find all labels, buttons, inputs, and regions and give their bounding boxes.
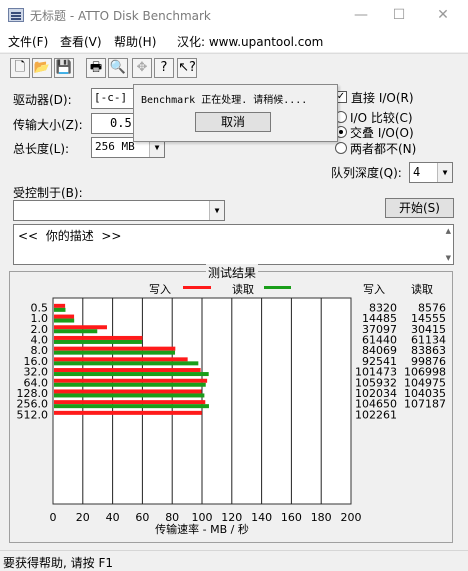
print-preview-icon[interactable]: 🔍 (108, 58, 128, 78)
menu-file[interactable]: 文件(F) (8, 33, 48, 50)
help-icon[interactable]: ? (154, 58, 174, 78)
neither-radio[interactable] (335, 142, 347, 154)
chevron-down-icon[interactable]: ▼ (437, 163, 452, 182)
app-icon (8, 8, 24, 22)
transfer-size-select[interactable]: 0.5 (91, 113, 137, 134)
transfer-size-label: 传输大小(Z): (13, 118, 83, 132)
print-icon[interactable]: 🖶 (86, 58, 106, 78)
maximize-button[interactable]: ☐ (384, 4, 414, 26)
controlled-by-select[interactable]: ▼ (13, 200, 225, 221)
queue-depth-label: 队列深度(Q): (331, 166, 402, 180)
window-title: 无标题 - ATTO Disk Benchmark (30, 9, 211, 23)
menu-localize[interactable]: 汉化: www.upantool.com (177, 33, 323, 50)
status-text: 要获得帮助, 请按 F1 (3, 556, 113, 570)
chevron-down-icon[interactable]: ▼ (209, 201, 224, 220)
title-bar: 无标题 - ATTO Disk Benchmark — ☐ ✕ (0, 0, 468, 30)
description-text: << 你的描述 >> (18, 229, 122, 243)
open-folder-icon[interactable]: 📂 (32, 58, 52, 78)
save-icon[interactable]: 💾 (54, 58, 74, 78)
drive-value: [-c-] (94, 91, 128, 104)
move-icon[interactable]: ✥ (132, 58, 152, 78)
overlap-io-label: 交叠 I/O(O) (350, 126, 414, 140)
toolbar: 🗋 📂 💾 🖶 🔍 ✥ ? ↖? (0, 53, 468, 81)
menu-help[interactable]: 帮助(H) (114, 33, 156, 50)
description-textbox[interactable]: << 你的描述 >> ▲ ▼ (13, 224, 454, 265)
start-button[interactable]: 开始(S) (385, 198, 454, 218)
neither-label: 两者都不(N) (350, 142, 417, 156)
total-length-value: 256 MB (95, 140, 135, 153)
context-help-icon[interactable]: ↖? (177, 58, 197, 78)
progress-message: Benchmark 正在处理. 请稍候.... (141, 95, 308, 106)
scroll-down-icon[interactable]: ▼ (446, 254, 451, 262)
status-bar: 要获得帮助, 请按 F1 (0, 550, 468, 570)
close-button[interactable]: ✕ (428, 4, 458, 26)
controlled-by-label: 受控制于(B): (13, 186, 83, 200)
queue-depth-value: 4 (413, 165, 421, 179)
results-title: 测试结果 (206, 264, 259, 281)
scroll-up-icon[interactable]: ▲ (446, 227, 451, 235)
cancel-button[interactable]: 取消 (195, 112, 271, 132)
menu-bar: 文件(F) 查看(V) 帮助(H) 汉化: www.upantool.com (0, 30, 468, 52)
direct-io-label: 直接 I/O(R) (351, 91, 414, 105)
results-group: 测试结果 (9, 264, 453, 543)
transfer-size-value: 0.5 (110, 116, 132, 130)
new-file-icon[interactable]: 🗋 (10, 58, 30, 78)
drive-label: 驱动器(D): (13, 93, 72, 107)
total-length-label: 总长度(L): (13, 142, 70, 156)
menu-view[interactable]: 查看(V) (60, 33, 102, 50)
drive-select[interactable]: [-c-] (91, 88, 137, 109)
minimize-button[interactable]: — (346, 4, 376, 26)
progress-dialog: Benchmark 正在处理. 请稍候.... 取消 (133, 84, 338, 142)
queue-depth-select[interactable]: 4 ▼ (409, 162, 453, 183)
